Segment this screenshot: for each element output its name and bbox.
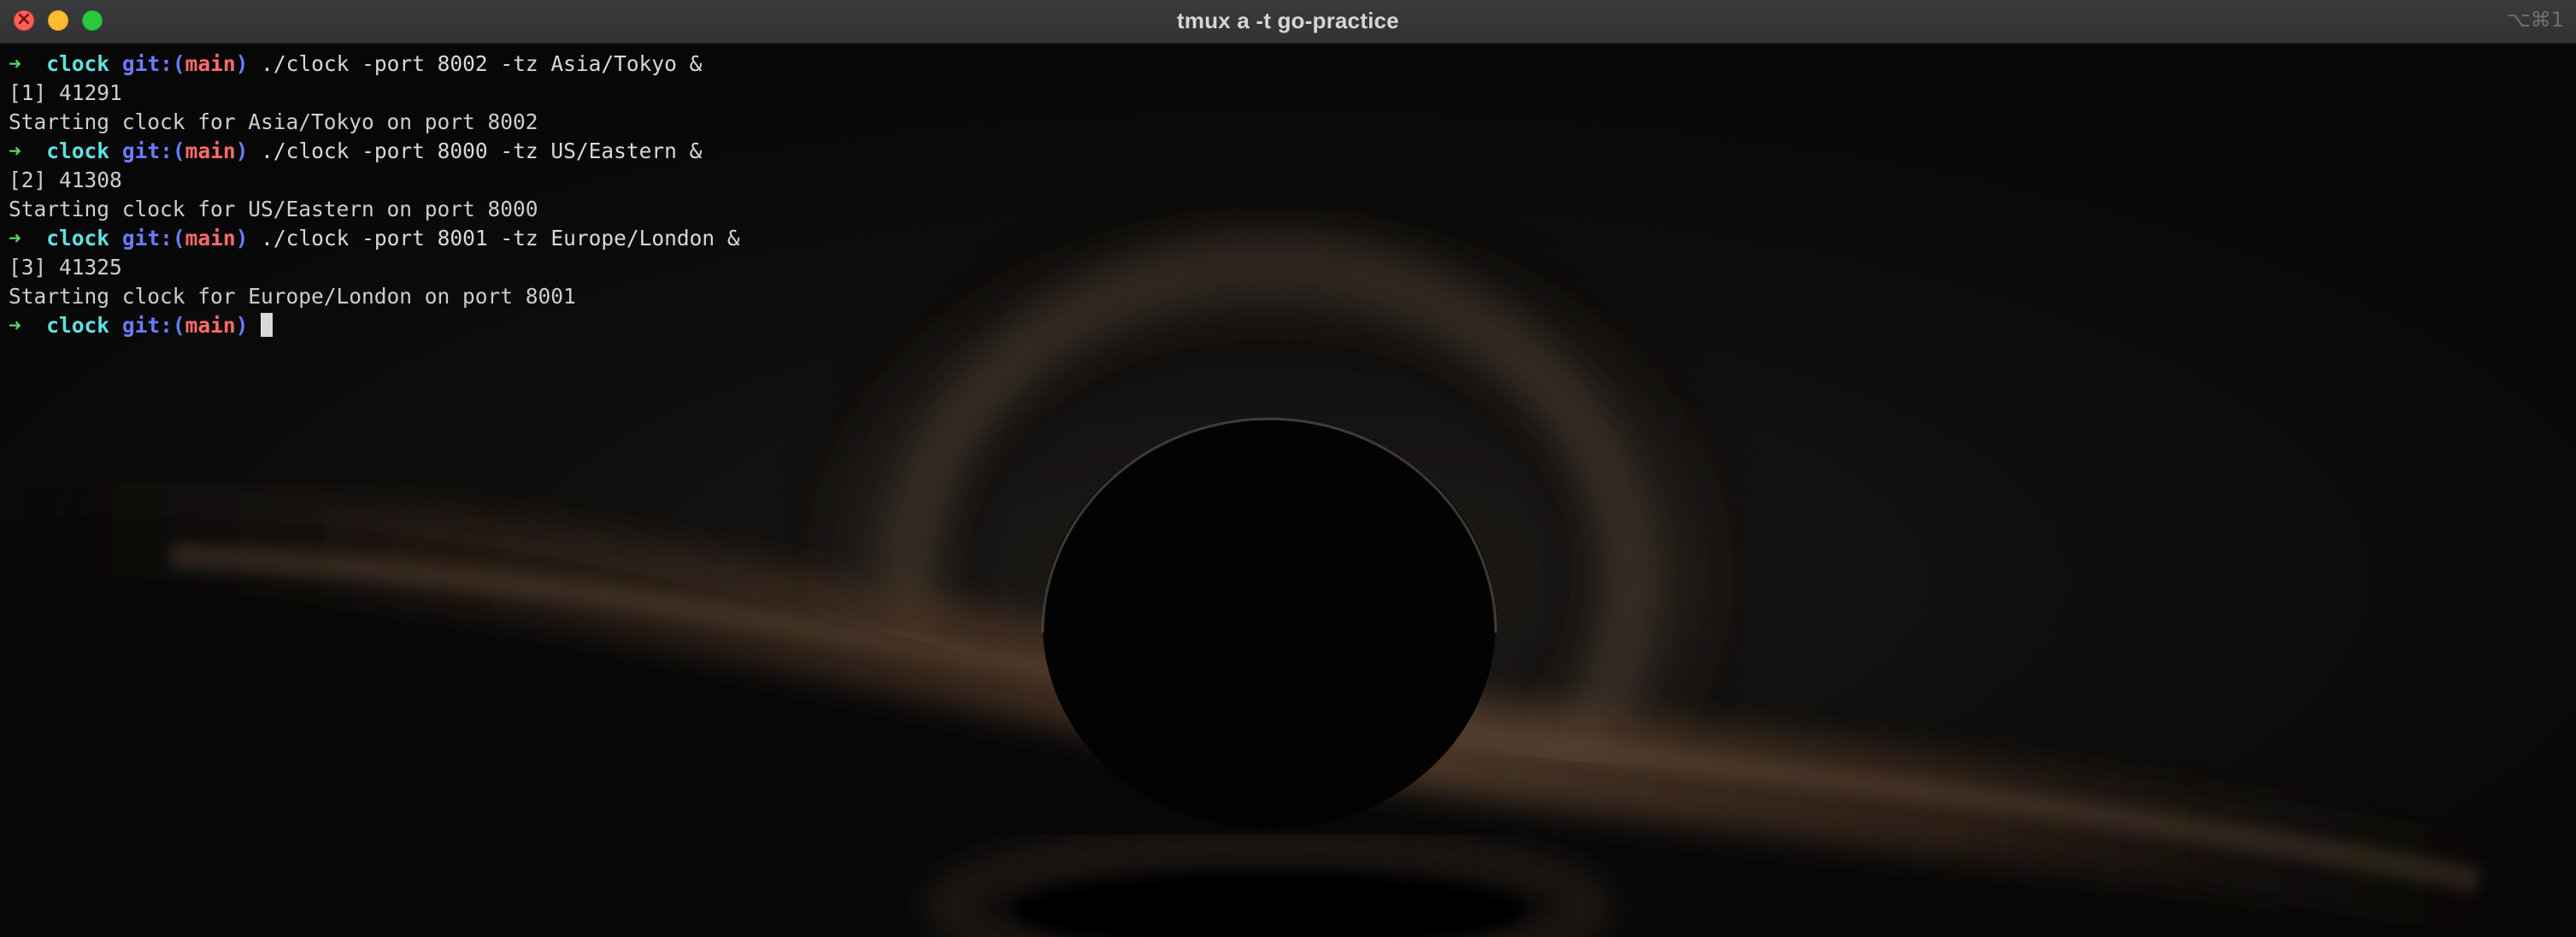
prompt-branch: main <box>185 51 236 76</box>
output-text: Starting clock for Asia/Tokyo on port 80… <box>9 109 538 134</box>
prompt-arrow-icon: ➜ <box>9 138 21 163</box>
prompt-directory: clock <box>46 138 110 163</box>
output-text: Starting clock for Europe/London on port… <box>9 284 576 309</box>
prompt-command: ./clock -port 8000 -tz US/Eastern & <box>261 138 703 163</box>
prompt-git-open: git:( <box>121 138 185 163</box>
prompt-directory: clock <box>46 313 110 338</box>
output-text: [1] 41291 <box>9 80 122 105</box>
window-title: tmux a -t go-practice <box>1177 8 1399 33</box>
prompt-git-close: ) <box>235 226 249 250</box>
prompt-command: ./clock -port 8002 -tz Asia/Tokyo & <box>261 51 703 76</box>
prompt-git-open: git:( <box>121 313 185 338</box>
prompt-git-close: ) <box>235 51 249 76</box>
terminal-output[interactable]: ➜ clock git:(main) ./clock -port 8002 -t… <box>9 50 2564 340</box>
prompt-directory: clock <box>46 226 110 250</box>
output-text: [3] 41325 <box>9 255 122 280</box>
text-cursor <box>261 313 273 337</box>
prompt-branch: main <box>185 226 236 250</box>
terminal-output-line: Starting clock for Europe/London on port… <box>9 282 2564 311</box>
terminal-prompt-line: ➜ clock git:(main) <box>9 311 2564 340</box>
prompt-git-close: ) <box>235 313 249 338</box>
prompt-branch: main <box>185 313 236 338</box>
terminal-prompt-line: ➜ clock git:(main) ./clock -port 8002 -t… <box>9 50 2564 79</box>
prompt-directory: clock <box>46 51 110 76</box>
terminal-output-line: Starting clock for US/Eastern on port 80… <box>9 195 2564 224</box>
title-bar: tmux a -t go-practice ⌥⌘1 <box>0 0 2576 44</box>
terminal-output-line: Starting clock for Asia/Tokyo on port 80… <box>9 108 2564 137</box>
prompt-git-open: git:( <box>121 51 185 76</box>
prompt-arrow-icon: ➜ <box>9 51 21 76</box>
terminal-output-line: [1] 41291 <box>9 79 2564 108</box>
terminal-prompt-line: ➜ clock git:(main) ./clock -port 8001 -t… <box>9 224 2564 253</box>
terminal-window: tmux a -t go-practice ⌥⌘1 <box>0 0 2576 937</box>
prompt-arrow-icon: ➜ <box>9 313 21 338</box>
terminal-prompt-line: ➜ clock git:(main) ./clock -port 8000 -t… <box>9 137 2564 166</box>
window-shortcut-label: ⌥⌘1 <box>2507 8 2564 32</box>
prompt-command: ./clock -port 8001 -tz Europe/London & <box>261 226 740 250</box>
prompt-arrow-icon: ➜ <box>9 226 21 250</box>
output-text: Starting clock for US/Eastern on port 80… <box>9 197 538 221</box>
prompt-branch: main <box>185 138 236 163</box>
terminal-output-line: [3] 41325 <box>9 253 2564 282</box>
prompt-git-open: git:( <box>121 226 185 250</box>
prompt-git-close: ) <box>235 138 249 163</box>
terminal-output-line: [2] 41308 <box>9 166 2564 195</box>
output-text: [2] 41308 <box>9 168 122 192</box>
